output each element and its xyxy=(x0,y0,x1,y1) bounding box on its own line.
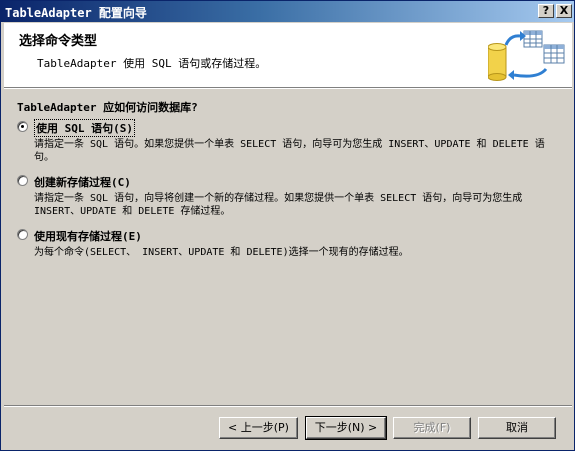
database-table-sync-icon xyxy=(488,30,565,81)
title-bar[interactable]: TableAdapter 配置向导 ? X xyxy=(1,1,574,22)
radio-create-sproc[interactable] xyxy=(17,175,28,186)
window-title: TableAdapter 配置向导 xyxy=(5,6,147,20)
footer-divider xyxy=(4,405,572,407)
header-divider xyxy=(4,87,572,89)
option-existing-sproc[interactable]: 使用现有存储过程(E) 为每个命令(SELECT、 INSERT、UPDATE … xyxy=(17,228,562,264)
wizard-window: TableAdapter 配置向导 ? X 选择命令类型 TableAdapte… xyxy=(0,0,575,451)
option-existing-sproc-description: 为每个命令(SELECT、 INSERT、UPDATE 和 DELETE)选择一… xyxy=(34,247,409,258)
radio-existing-sproc[interactable] xyxy=(17,229,28,240)
access-question: TableAdapter 应如何访问数据库? xyxy=(17,101,198,114)
wizard-header: 选择命令类型 TableAdapter 使用 SQL 语句或存储过程。 xyxy=(4,23,572,87)
radio-selected-dot xyxy=(21,125,24,128)
option-create-sproc-description: 请指定一条 SQL 语句，向导将创建一个新的存储过程。如果您提供一个单表 SEL… xyxy=(34,193,523,217)
option-use-sql-description: 请指定一条 SQL 语句。如果您提供一个单表 SELECT 语句，向导可为您生成… xyxy=(34,139,545,163)
page-title: 选择命令类型 xyxy=(19,34,98,49)
close-button[interactable]: X xyxy=(556,4,572,18)
option-existing-sproc-label[interactable]: 使用现有存储过程(E) xyxy=(34,228,142,244)
option-create-sproc-label[interactable]: 创建新存储过程(C) xyxy=(34,174,131,190)
option-use-sql-label[interactable]: 使用 SQL 语句(S) xyxy=(34,119,135,137)
option-use-sql[interactable]: 使用 SQL 语句(S) 请指定一条 SQL 语句。如果您提供一个单表 SELE… xyxy=(17,119,562,166)
next-button[interactable]: 下一步(N) > xyxy=(305,416,387,440)
help-button[interactable]: ? xyxy=(538,4,554,18)
option-create-sproc[interactable]: 创建新存储过程(C) 请指定一条 SQL 语句，向导将创建一个新的存储过程。如果… xyxy=(17,174,562,220)
radio-use-sql[interactable] xyxy=(17,121,28,132)
cancel-button[interactable]: 取消 xyxy=(478,417,556,439)
page-subtitle: TableAdapter 使用 SQL 语句或存储过程。 xyxy=(37,57,267,70)
finish-button[interactable]: 完成(F) xyxy=(393,417,471,439)
previous-button[interactable]: < 上一步(P) xyxy=(219,417,298,439)
